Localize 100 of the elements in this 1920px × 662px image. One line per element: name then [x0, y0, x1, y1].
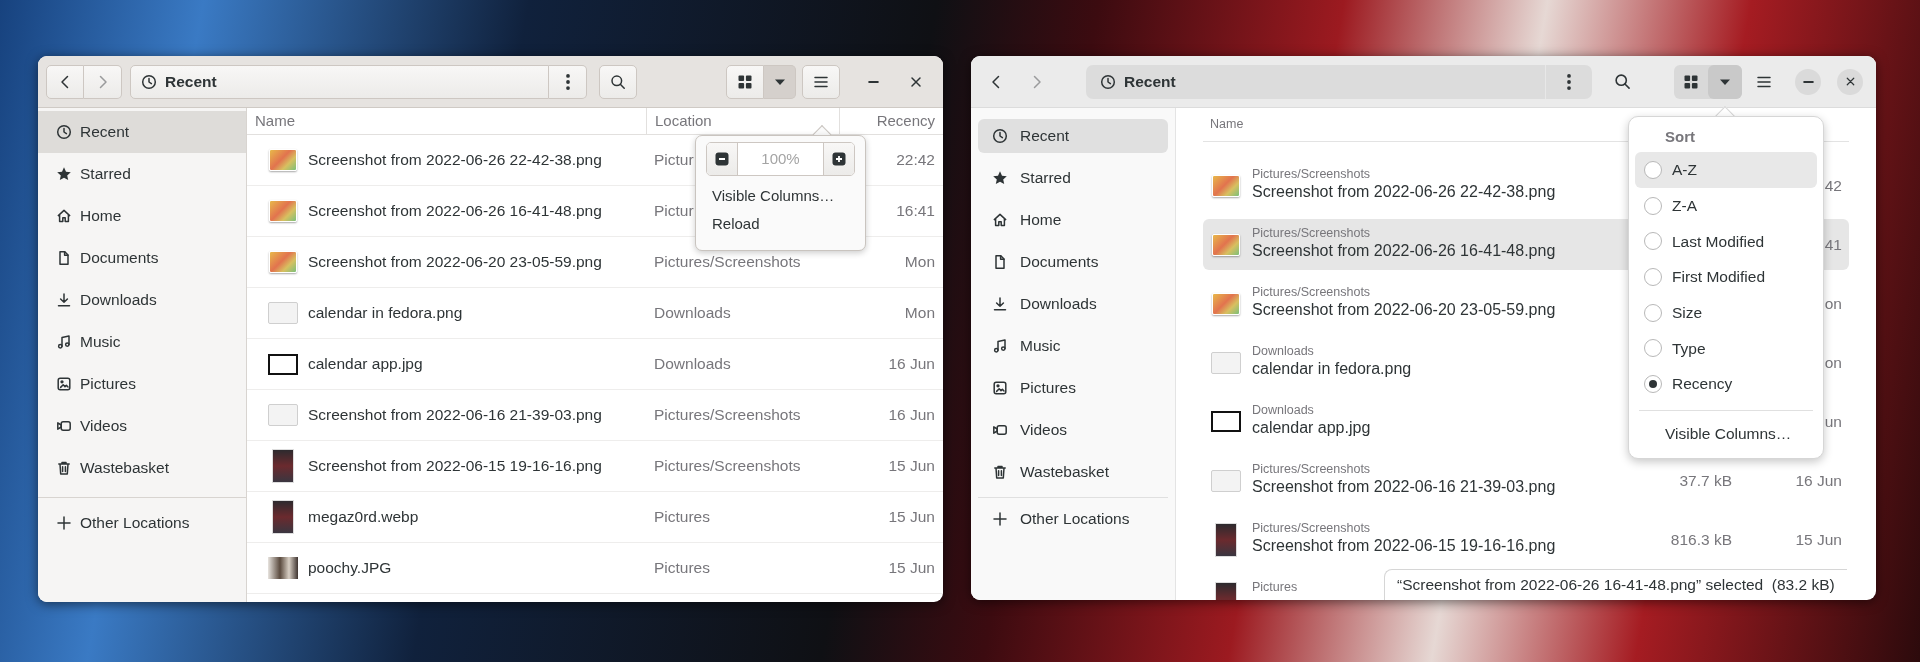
sort-option[interactable]: Recency — [1635, 366, 1817, 402]
sidebar-item[interactable]: Documents — [38, 237, 246, 279]
plus-icon — [992, 511, 1008, 527]
file-name: Screenshot from 2022-06-26 22-42-38.png — [308, 150, 602, 171]
sidebar-item[interactable]: Wastebasket — [978, 455, 1168, 489]
file-location: Pictures — [654, 558, 710, 579]
back-button[interactable] — [46, 64, 84, 99]
search-button[interactable] — [599, 64, 637, 99]
menu-item[interactable]: Reload — [706, 210, 855, 238]
file-recency: 22:42 — [896, 150, 936, 171]
sort-option[interactable]: Type — [1635, 330, 1817, 367]
minimize-button[interactable] — [1795, 68, 1821, 95]
file-location: Downloads — [1252, 343, 1315, 359]
location-button[interactable]: Recent — [1086, 64, 1545, 99]
star-icon — [56, 166, 72, 182]
file-name: poochy.JPG — [308, 558, 392, 579]
file-recency: 41 — [1824, 234, 1842, 255]
kebab-menu-icon — [565, 73, 570, 90]
sidebar-item[interactable]: Home — [38, 195, 246, 237]
close-button[interactable] — [1837, 68, 1863, 95]
sidebar-item[interactable]: Recent — [38, 111, 246, 153]
search-icon — [1613, 73, 1631, 90]
view-toggle-button[interactable] — [726, 64, 764, 99]
minus-icon — [714, 151, 730, 167]
image-thumbnail — [1211, 469, 1241, 492]
zoom-out-button[interactable] — [707, 143, 737, 175]
file-name: Screenshot from 2022-06-16 21-39-03.png — [308, 405, 602, 426]
file-recency: 16 Jun — [888, 405, 936, 426]
file-name: Screenshot from 2022-06-16 21-39-03.png — [1252, 477, 1556, 497]
sidebar-item[interactable]: Other Locations — [978, 502, 1168, 536]
path-menu-button[interactable] — [549, 64, 587, 99]
image-thumbnail — [1212, 233, 1240, 256]
photo-placeholder — [268, 557, 298, 579]
image-thumbnail — [269, 149, 297, 171]
radio-button[interactable] — [1644, 374, 1662, 393]
sidebar-item[interactable]: Videos — [978, 413, 1168, 447]
sidebar-item[interactable]: Music — [38, 321, 246, 363]
home-icon — [992, 212, 1008, 228]
trash-icon — [56, 460, 72, 476]
star-icon — [992, 170, 1008, 186]
minimize-icon — [867, 80, 879, 83]
file-name: calendar in fedora.png — [308, 303, 463, 324]
sidebar-item[interactable]: Home — [978, 203, 1168, 237]
sidebar-item[interactable]: Pictures — [38, 363, 246, 405]
sidebar-item[interactable]: Videos — [38, 405, 246, 447]
sort-option[interactable]: Last Modified — [1635, 223, 1817, 260]
radio-button[interactable] — [1644, 339, 1662, 358]
sidebar-item[interactable]: Downloads — [38, 279, 246, 321]
image-icon — [992, 380, 1008, 396]
document-icon — [992, 254, 1008, 270]
file-name: Screenshot from 2022-06-26 16-41-48.png — [1252, 241, 1556, 261]
file-size: 816.3 kB — [1670, 529, 1732, 550]
sidebar-item[interactable]: Music — [978, 329, 1168, 363]
sidebar-item[interactable]: Downloads — [978, 287, 1168, 321]
sidebar-item[interactable]: Starred — [978, 161, 1168, 195]
grid-icon — [737, 73, 753, 90]
clock-icon — [1100, 73, 1116, 90]
file-recency: 16:41 — [896, 201, 936, 222]
file-recency: on — [1824, 293, 1842, 314]
column-header[interactable]: Recency — [839, 108, 943, 134]
file-location: Pictur — [654, 150, 694, 171]
photo-placeholder — [272, 500, 294, 534]
file-location: Downloads — [1252, 402, 1315, 418]
menu-item[interactable]: Visible Columns… — [706, 182, 855, 210]
sidebar-item[interactable]: Wastebasket — [38, 447, 246, 489]
clock-icon — [992, 128, 1008, 144]
zoom-in-button[interactable] — [824, 143, 854, 175]
file-location: Downloads — [654, 354, 731, 375]
sidebar-item[interactable]: Other Locations — [38, 502, 246, 544]
location-button[interactable]: Recent — [130, 64, 549, 99]
file-name: Screenshot from 2022-06-26 22-42-38.png — [1252, 182, 1556, 202]
radio-button[interactable] — [1644, 232, 1662, 251]
column-header[interactable]: Name — [247, 108, 646, 134]
menu-item[interactable]: Visible Columns… — [1635, 416, 1817, 451]
file-recency: 15 Jun — [888, 507, 936, 528]
document-icon — [56, 250, 72, 266]
home-icon — [56, 208, 72, 224]
file-name: Screenshot from 2022-06-20 23-05-59.png — [308, 252, 602, 273]
file-recency: on — [1824, 352, 1842, 373]
radio-button[interactable] — [1644, 303, 1662, 322]
sidebar-item[interactable]: Recent — [978, 119, 1168, 153]
image-thumbnail — [268, 302, 298, 324]
sort-option[interactable]: A-Z — [1635, 152, 1817, 188]
file-recency: un — [1824, 411, 1842, 432]
radio-button[interactable] — [1644, 196, 1662, 215]
sidebar-item[interactable]: Pictures — [978, 371, 1168, 405]
sort-option[interactable]: Size — [1635, 294, 1817, 331]
radio-button[interactable] — [1644, 160, 1662, 179]
main-menu-button[interactable] — [802, 64, 840, 99]
file-recency: 42 — [1824, 175, 1842, 196]
file-recency: 15 Jun — [888, 558, 936, 579]
sidebar-item[interactable]: Starred — [38, 153, 246, 195]
sidebar-item[interactable]: Documents — [978, 245, 1168, 279]
file-name: calendar in fedora.png — [1252, 359, 1412, 379]
column-header[interactable]: Name — [1210, 115, 1244, 134]
radio-button[interactable] — [1644, 267, 1662, 286]
file-location: Pictures/Screenshots — [1252, 284, 1372, 300]
video-camera-icon — [56, 418, 72, 434]
image-thumbnail — [1211, 411, 1241, 432]
plus-icon — [831, 151, 847, 167]
